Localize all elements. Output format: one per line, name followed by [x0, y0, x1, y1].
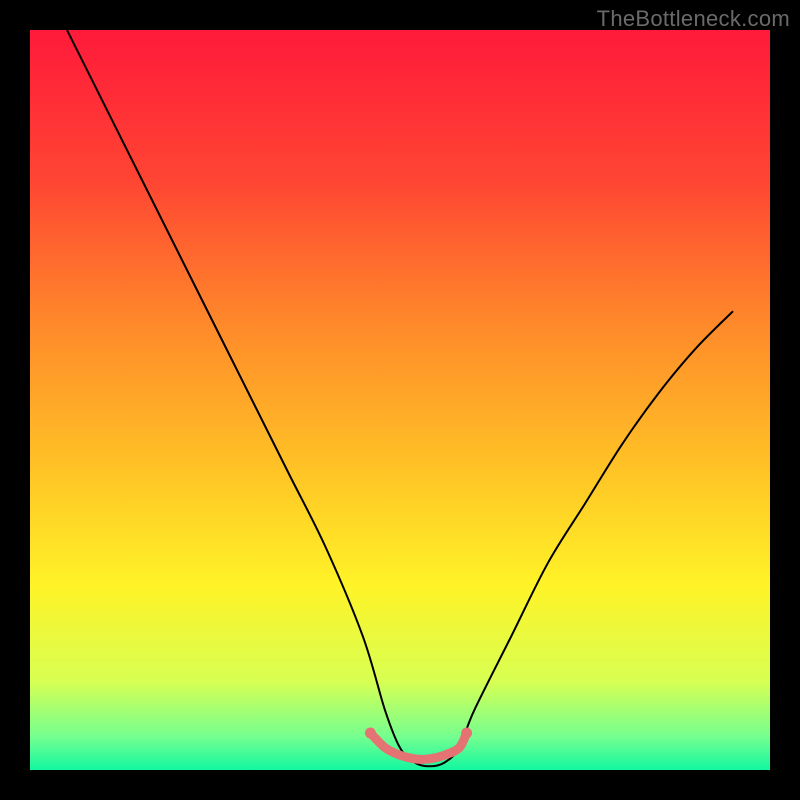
optimal-range-right-dot [461, 728, 472, 739]
bottleneck-chart [0, 0, 800, 800]
optimal-range-left-dot [365, 728, 376, 739]
chart-frame: TheBottleneck.com [0, 0, 800, 800]
chart-gradient-area [30, 30, 770, 770]
